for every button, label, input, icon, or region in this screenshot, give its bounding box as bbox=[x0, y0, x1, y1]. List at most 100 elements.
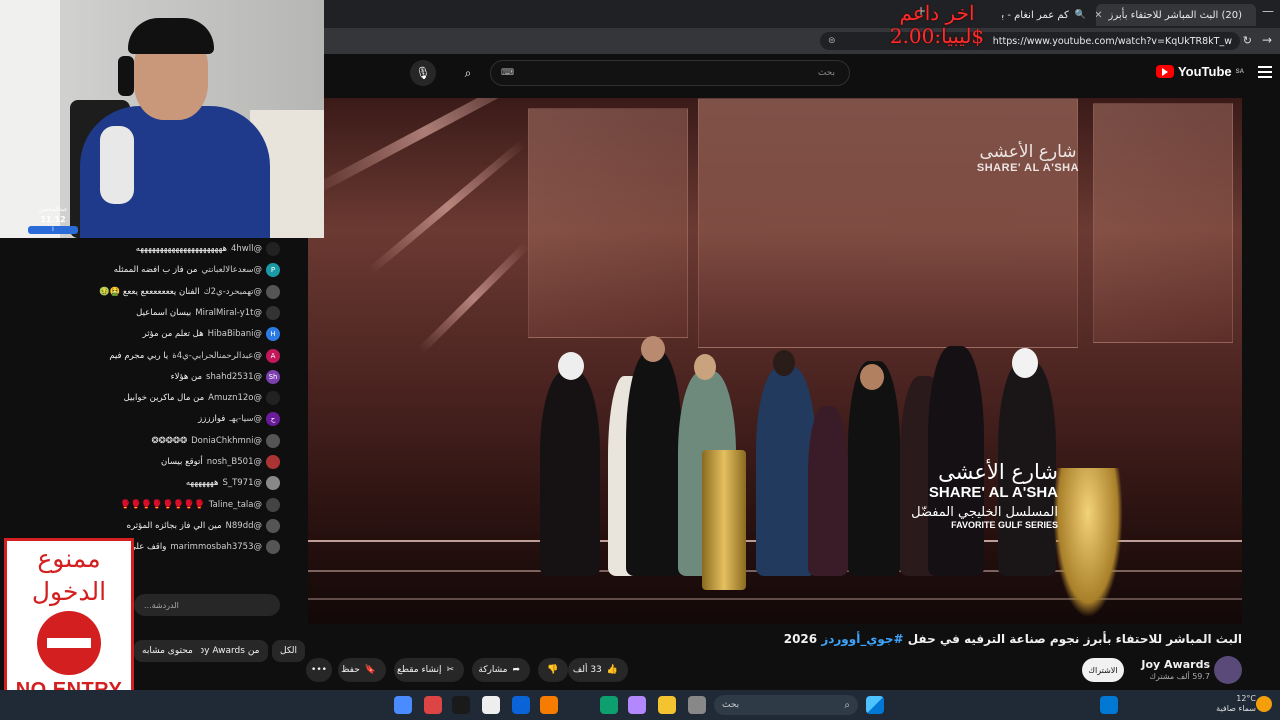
search-placeholder: بحث bbox=[817, 68, 835, 78]
taskbar-search[interactable]: ⌕ بحث bbox=[714, 695, 858, 715]
chat-avatar[interactable] bbox=[266, 242, 280, 256]
light-beam bbox=[308, 98, 543, 197]
menu-icon[interactable] bbox=[1258, 66, 1272, 81]
youtube-logo[interactable]: YouTube SA bbox=[1155, 64, 1244, 79]
chat-text: الفنان يعععععععع يععع 🤮🤢 bbox=[99, 286, 200, 297]
chat-avatar[interactable] bbox=[266, 455, 280, 469]
chat-message: @Amuzn12o من مال ماكرين خوابيل bbox=[124, 389, 280, 407]
chip-related[interactable]: محتوى مشابه bbox=[134, 640, 201, 662]
taskbar-app-icon[interactable] bbox=[394, 696, 412, 714]
subscribe-button[interactable]: الاشتراك bbox=[1082, 658, 1124, 682]
person-headwear bbox=[558, 352, 584, 380]
chat-avatar[interactable] bbox=[266, 540, 280, 555]
keyboard-icon[interactable]: ⌨ bbox=[501, 68, 514, 78]
chat-author[interactable]: @Amuzn12o bbox=[208, 393, 262, 403]
chat-input[interactable]: الدردشة... bbox=[134, 594, 280, 616]
person-head bbox=[694, 354, 716, 380]
chat-avatar[interactable]: Sh bbox=[266, 369, 280, 384]
chat-avatar[interactable] bbox=[266, 518, 280, 533]
save-button[interactable]: 🔖 حفظ bbox=[338, 658, 386, 682]
weather-widget[interactable]: 12°C سماء صافية bbox=[1196, 694, 1256, 713]
chat-author[interactable]: @N89dd bbox=[226, 521, 262, 531]
taskbar-app-icon[interactable] bbox=[628, 696, 646, 714]
chat-avatar[interactable]: P bbox=[266, 263, 280, 278]
chat-author[interactable]: @HibaBibani bbox=[208, 329, 262, 339]
chat-author[interactable]: @عبدالرحمنالحرابي-ي4ة bbox=[172, 351, 262, 361]
taskbar-app-icon[interactable] bbox=[600, 696, 618, 714]
taskbar-app-icon[interactable] bbox=[424, 696, 442, 714]
badge-tag: آ bbox=[28, 225, 78, 234]
chat-author[interactable]: @تهمبحرد-ي2ك bbox=[204, 287, 262, 297]
light-beam bbox=[368, 139, 527, 275]
no-entry-ar-line2: الدخول bbox=[31, 576, 107, 606]
weather-desc: سماء صافية bbox=[1216, 703, 1256, 713]
chat-author[interactable]: @سيا-يهـ bbox=[229, 414, 262, 424]
chat-message: @N89dd مين الي فاز بجائزه المؤثره bbox=[127, 517, 280, 535]
chat-avatar[interactable] bbox=[266, 284, 280, 299]
chat-author[interactable]: @Taline_tala bbox=[209, 500, 262, 510]
channel-avatar[interactable] bbox=[1214, 656, 1242, 684]
video-player[interactable]: شارع الأعشى SHARE' AL A'SHA شارع الأعشى … bbox=[308, 98, 1242, 624]
clip-button[interactable]: ✂ إنشاء مقطع bbox=[394, 658, 464, 682]
chat-message: @تهمبحرد-ي2ك الفنان يعععععععع يععع 🤮🤢 bbox=[99, 283, 280, 301]
search-icon: ⌕ bbox=[844, 699, 850, 711]
channel-name[interactable]: Joy Awards bbox=[1120, 658, 1210, 671]
person bbox=[756, 366, 816, 576]
chat-avatar[interactable] bbox=[266, 305, 280, 320]
reload-icon[interactable]: ↻ bbox=[1243, 34, 1252, 47]
taskbar-app-icon[interactable] bbox=[452, 696, 470, 714]
chat-author[interactable]: @MiralMiral-y1t bbox=[195, 308, 262, 318]
podium bbox=[702, 450, 746, 590]
back-arrow-icon[interactable]: → bbox=[1262, 33, 1272, 47]
chat-author[interactable]: @shahd2531 bbox=[206, 372, 262, 382]
chat-text: بيسان اسماعيل bbox=[136, 307, 192, 318]
chat-avatar[interactable] bbox=[266, 391, 280, 406]
start-icon[interactable] bbox=[866, 696, 884, 714]
chat-avatar[interactable] bbox=[266, 433, 280, 448]
badge-value: 11.12 bbox=[40, 215, 66, 225]
dislike-button[interactable]: 👎 bbox=[538, 658, 568, 682]
chat-avatar[interactable]: H bbox=[266, 327, 280, 342]
video-title: البث المباشر للاحتفاء بأبرز نجوم صناعة ا… bbox=[784, 632, 1242, 646]
search-input[interactable]: ⌨ بحث bbox=[490, 60, 850, 86]
chat-author[interactable]: @4hwll bbox=[231, 244, 262, 254]
site-info-icon[interactable]: ⊜ bbox=[828, 36, 836, 46]
like-button[interactable]: 👍 33 ألف bbox=[568, 658, 628, 682]
chat-author[interactable]: @marimmosbah3753 bbox=[170, 542, 262, 552]
microphone-icon bbox=[100, 126, 134, 204]
chat-author[interactable]: @S_T971 bbox=[222, 478, 262, 488]
search-icon[interactable]: ⌕ bbox=[455, 60, 481, 86]
taskbar-app-icon[interactable] bbox=[482, 696, 500, 714]
chat-avatar[interactable] bbox=[266, 476, 280, 491]
more-actions-button[interactable]: ••• bbox=[306, 658, 332, 682]
last-supporter-overlay: اخر داعم ليبيا:2.00$ bbox=[872, 2, 1002, 48]
chat-author[interactable]: @DoniaChkhmni bbox=[191, 436, 262, 446]
chat-avatar[interactable]: A bbox=[266, 348, 280, 363]
chat-text: ههههههههههههههههههههههه bbox=[135, 244, 228, 254]
taskbar-app-icon[interactable] bbox=[540, 696, 558, 714]
minimize-icon[interactable]: — bbox=[1262, 4, 1274, 18]
video-title-hashtag[interactable]: #جوي_أووردز bbox=[821, 632, 903, 646]
chat-author[interactable]: @nosh_B501 bbox=[207, 457, 262, 467]
taskbar-app-icon[interactable] bbox=[688, 696, 706, 714]
taskbar-app-icon[interactable] bbox=[658, 696, 676, 714]
award-statue bbox=[1053, 468, 1123, 618]
share-button[interactable]: ➦ مشاركة bbox=[472, 658, 530, 682]
chip-all[interactable]: الكل bbox=[272, 640, 306, 662]
tab-search[interactable]: 🔍 كم عمر انغام - بحث ✕ bbox=[1002, 4, 1094, 26]
chat-message: @MiralMiral-y1t بيسان اسماعيل bbox=[136, 304, 280, 322]
close-tab-icon[interactable]: ✕ bbox=[1096, 10, 1103, 21]
taskbar-app-icon[interactable] bbox=[1100, 696, 1118, 714]
youtube-header: 🎙 ⌕ ⌨ بحث YouTube SA bbox=[324, 54, 1280, 94]
chat-author[interactable]: @سعدعالالعبانتي bbox=[201, 265, 262, 275]
no-entry-icon bbox=[37, 610, 101, 675]
taskbar-app-icon[interactable] bbox=[512, 696, 530, 714]
streamer-hair bbox=[128, 18, 214, 54]
chat-text: فوازززز bbox=[198, 414, 226, 425]
chat-message: @DoniaChkhmni ❂❂❂❂❂ bbox=[152, 432, 280, 450]
chat-avatar[interactable]: ح bbox=[266, 412, 280, 427]
tab-youtube-live[interactable]: (20) البث المباشر للاحتفاء بأبرز ✕ bbox=[1096, 4, 1256, 26]
chat-avatar[interactable] bbox=[266, 497, 280, 512]
voice-search-icon[interactable]: 🎙 bbox=[410, 60, 436, 86]
search-favicon-icon: 🔍 bbox=[1074, 10, 1086, 20]
